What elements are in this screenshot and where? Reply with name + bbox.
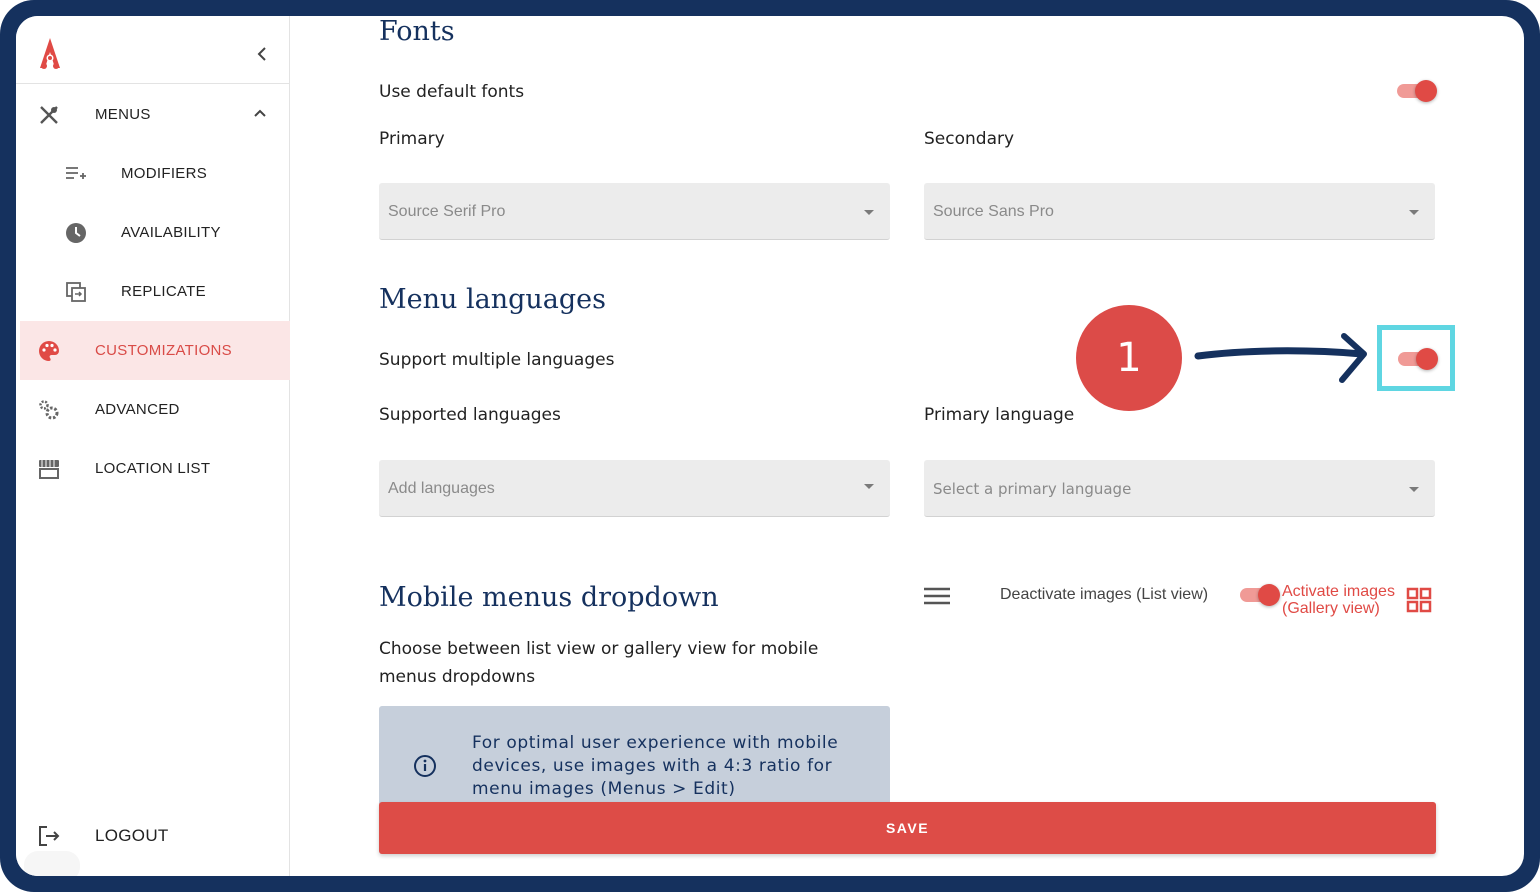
- activate-images-label: Activate images (Gallery view): [1282, 583, 1395, 617]
- activate-images-line1: Activate images: [1282, 583, 1395, 600]
- support-multiple-languages-label: Support multiple languages: [379, 350, 615, 370]
- sidebar-item-label: LOCATION LIST: [95, 460, 211, 477]
- toggle-thumb: [1258, 584, 1280, 606]
- gallery-view-toggle[interactable]: [1238, 582, 1280, 606]
- supported-languages-label: Supported languages: [379, 405, 561, 425]
- info-text: For optimal user experience with mobile …: [472, 733, 839, 799]
- save-button[interactable]: SAVE: [379, 802, 1436, 854]
- copy-icon: [64, 280, 88, 304]
- sidebar-item-customizations[interactable]: CUSTOMIZATIONS: [20, 321, 290, 380]
- primary-font-select[interactable]: Source Serif Pro: [379, 183, 890, 240]
- secondary-font-value: Source Sans Pro: [933, 203, 1054, 220]
- sidebar-item-label: REPLICATE: [121, 283, 206, 300]
- gallery-grid-icon: [1406, 587, 1432, 613]
- sidebar: MENUS MODIFIERS AVAILABILITY REPLICATE C…: [16, 16, 290, 876]
- image-ratio-info-box: For optimal user experience with mobile …: [379, 706, 890, 806]
- dropdown-arrow-icon: [864, 210, 874, 215]
- primary-language-select[interactable]: Select a primary language: [924, 460, 1435, 517]
- primary-font-value: Source Serif Pro: [388, 203, 506, 220]
- app-screen: MENUS MODIFIERS AVAILABILITY REPLICATE C…: [16, 16, 1524, 876]
- use-default-fonts-toggle[interactable]: [1395, 78, 1437, 102]
- help-bubble: [24, 851, 80, 876]
- supported-languages-select[interactable]: Add languages: [379, 460, 890, 517]
- toggle-thumb: [1416, 348, 1438, 370]
- palette-icon: [37, 339, 61, 363]
- sidebar-item-modifiers[interactable]: MODIFIERS: [20, 144, 290, 203]
- dropdown-arrow-icon: [864, 484, 874, 489]
- sidebar-item-label: AVAILABILITY: [121, 224, 221, 241]
- logout-label: LOGOUT: [95, 826, 169, 845]
- primary-language-placeholder: Select a primary language: [933, 480, 1132, 498]
- supported-languages-placeholder: Add languages: [388, 480, 495, 497]
- sidebar-item-replicate[interactable]: REPLICATE: [20, 262, 290, 321]
- fonts-heading: Fonts: [379, 16, 455, 47]
- info-icon: [414, 755, 436, 777]
- secondary-font-label: Secondary: [924, 129, 1015, 149]
- dropdown-arrow-icon: [1409, 487, 1419, 492]
- secondary-font-select[interactable]: Source Sans Pro: [924, 183, 1435, 240]
- sidebar-divider: [16, 83, 290, 84]
- logout-icon: [37, 824, 61, 848]
- sidebar-item-label: MODIFIERS: [121, 165, 208, 182]
- sidebar-item-label: ADVANCED: [95, 401, 180, 418]
- device-frame: MENUS MODIFIERS AVAILABILITY REPLICATE C…: [0, 0, 1540, 892]
- utensils-icon: [37, 103, 61, 127]
- sidebar-item-advanced[interactable]: ADVANCED: [20, 380, 290, 439]
- mobile-menus-heading: Mobile menus dropdown: [379, 582, 719, 613]
- sidebar-item-menus[interactable]: MENUS: [20, 85, 290, 144]
- store-icon: [37, 457, 61, 481]
- menu-languages-heading: Menu languages: [379, 284, 606, 315]
- sidebar-item-label: CUSTOMIZATIONS: [95, 342, 232, 359]
- primary-font-label: Primary: [379, 129, 445, 149]
- chevron-left-icon[interactable]: [254, 44, 270, 64]
- playlist-add-icon: [64, 162, 88, 186]
- activate-images-line2: (Gallery view): [1282, 600, 1380, 617]
- deactivate-images-label: Deactivate images (List view): [1000, 586, 1209, 603]
- app-logo-icon[interactable]: [36, 36, 64, 72]
- clock-icon: [64, 221, 88, 245]
- sidebar-item-location-list[interactable]: LOCATION LIST: [20, 439, 290, 498]
- dropdown-arrow-icon: [1409, 210, 1419, 215]
- chevron-up-icon[interactable]: [252, 105, 268, 121]
- primary-language-label: Primary language: [924, 405, 1075, 425]
- mobile-menus-description: Choose between list view or gallery view…: [379, 639, 819, 687]
- step-number-badge: 1: [1076, 305, 1182, 411]
- list-view-icon: [924, 587, 950, 605]
- annotation-arrow-icon: [1194, 333, 1367, 383]
- support-multiple-languages-toggle[interactable]: [1396, 346, 1438, 370]
- sidebar-item-label: MENUS: [95, 106, 151, 123]
- use-default-fonts-label: Use default fonts: [379, 82, 525, 102]
- sidebar-item-availability[interactable]: AVAILABILITY: [20, 203, 290, 262]
- toggle-thumb: [1415, 80, 1437, 102]
- gears-icon: [37, 398, 61, 422]
